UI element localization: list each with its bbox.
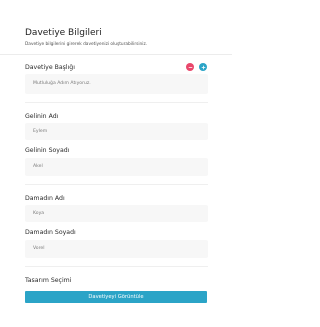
groom-first-name-input[interactable]: Koya (25, 205, 208, 222)
remove-icon (188, 66, 192, 68)
invitation-title-label: Davetiye Başlığı (25, 64, 75, 71)
groom-first-name-value: Koya (33, 211, 45, 216)
bride-first-name-input[interactable]: Eylem (25, 123, 208, 140)
preview-invitation-button[interactable]: Davetiyeyi Görüntüle (25, 291, 207, 303)
page-header: Davetiye Bilgileri Davetiye bilgilerini … (0, 0, 232, 55)
remove-title-button[interactable] (186, 63, 194, 71)
bride-first-name-value: Eylem (33, 129, 48, 134)
groom-last-name-value: Vorel (33, 246, 45, 251)
section-divider (25, 266, 208, 267)
add-icon (201, 65, 205, 69)
design-selection-label: Tasarım Seçimi (25, 277, 72, 284)
add-title-button[interactable] (199, 63, 207, 71)
bride-last-name-input[interactable]: Akel (25, 158, 208, 176)
header-divider (0, 54, 232, 55)
groom-first-name-label: Damadın Adı (25, 195, 65, 202)
bride-last-name-value: Akel (33, 164, 43, 169)
groom-last-name-label: Damadın Soyadı (25, 229, 76, 236)
page-title: Davetiye Bilgileri (25, 28, 102, 38)
page-subtitle: Davetiye bilgilerini girerek davetiyeniz… (25, 42, 148, 47)
invitation-title-value: Mutluluğa Adım Atıyoruz. (33, 81, 91, 86)
invitation-title-input[interactable]: Mutluluğa Adım Atıyoruz. (25, 74, 208, 94)
groom-last-name-input[interactable]: Vorel (25, 240, 208, 258)
bride-first-name-label: Gelinin Adı (25, 113, 59, 120)
section-divider (25, 102, 208, 103)
bride-last-name-label: Gelinin Soyadı (25, 147, 70, 154)
section-divider (25, 184, 208, 185)
